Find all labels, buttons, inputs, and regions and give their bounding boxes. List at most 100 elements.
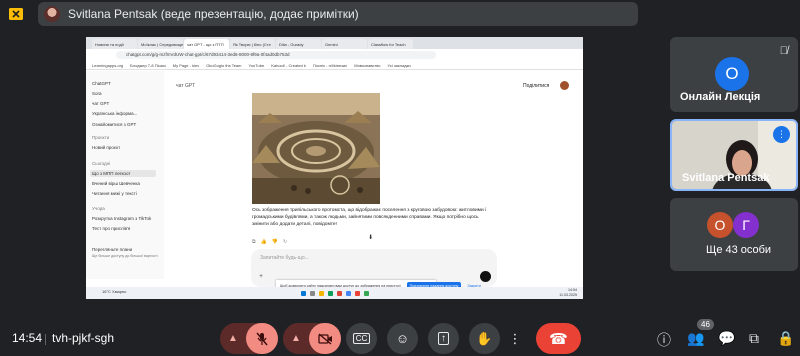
- bookmark[interactable]: Усі закладки: [388, 63, 411, 68]
- meeting-code: tvh-pjkf-sgh: [52, 331, 115, 345]
- mic-toggle-button[interactable]: [246, 323, 278, 354]
- participant-avatar: О: [715, 57, 749, 91]
- sidebar-item-sora[interactable]: Sora: [92, 91, 102, 96]
- windows-start-icon[interactable]: [300, 290, 306, 296]
- speaking-indicator-icon: ⋮: [773, 126, 790, 143]
- mic-off-icon: 🎙̸: [779, 45, 788, 57]
- windows-taskbar: [86, 287, 583, 299]
- sidebar-chat-item[interactable]: Що з МПП легкоот: [90, 170, 156, 177]
- chevron-up-icon[interactable]: ▲: [285, 323, 307, 354]
- present-icon: ↑: [438, 332, 449, 345]
- bookmark[interactable]: OkoGuglo ths Team: [206, 63, 241, 68]
- sidebar-chat-item[interactable]: Вчений вірш Шевченка: [92, 181, 140, 186]
- browser-tab[interactable]: Gemini: [322, 39, 367, 49]
- browser-tab[interactable]: Як Творю | Кінo (Сте: [230, 39, 275, 49]
- captions-icon: CC: [352, 333, 371, 344]
- app-icon[interactable]: [336, 290, 342, 296]
- thumbs-down-icon[interactable]: 👎: [272, 239, 278, 245]
- sidebar-item-explore[interactable]: Ознайомитися з GPT: [92, 122, 136, 127]
- address-row: chatgpt.com/g/g-mzfmVdUW-chat-gpt/c/67d9…: [86, 49, 583, 61]
- presenter-avatar: [44, 6, 60, 22]
- shared-screen: Новини та події Моїклас | Середовище чат…: [86, 37, 583, 299]
- bookmark[interactable]: Learningapps.org: [92, 63, 123, 68]
- meeting-clock: 14:54: [12, 331, 43, 345]
- mic-off-icon: [256, 332, 268, 345]
- bookmark[interactable]: Мовознавство: [354, 63, 380, 68]
- captions-button[interactable]: CC: [346, 323, 377, 354]
- browser-tabs: Новини та події Моїклас | Середовище чат…: [86, 37, 583, 49]
- more-options-button[interactable]: ⋮: [503, 323, 527, 354]
- browser-tab[interactable]: Classflow for Teach: [368, 39, 413, 49]
- sidebar-chat-item[interactable]: Читання межі у тексті: [92, 191, 137, 196]
- browser-tab[interactable]: Diiia - Gurady: [276, 39, 321, 49]
- participant-avatar: О: [707, 212, 733, 238]
- more-participants-label: Ще 43 особи: [706, 244, 772, 256]
- raise-hand-button[interactable]: ✋: [469, 323, 500, 354]
- divider: [45, 334, 46, 345]
- thumbs-up-icon[interactable]: 👍: [261, 239, 267, 245]
- sidebar-item-gpt[interactable]: чат GPT: [92, 101, 109, 106]
- voice-icon[interactable]: [480, 271, 491, 282]
- attach-icon[interactable]: +: [259, 273, 263, 280]
- copy-icon[interactable]: ⧉: [252, 239, 256, 245]
- bookmark[interactable]: Блоджер 7-8 Пішиз: [130, 63, 166, 68]
- info-icon[interactable]: ⓘ: [657, 330, 671, 350]
- system-tray: 14:54 11.03.2025: [559, 288, 577, 297]
- reactions-button[interactable]: ☺: [387, 323, 418, 354]
- participant-avatar: Г: [733, 212, 759, 238]
- bookmark[interactable]: Поспіх - п/i/kінезис: [313, 63, 347, 68]
- present-button[interactable]: ↑: [428, 323, 459, 354]
- sidebar-chat-item[interactable]: Розкрутка Instagram з TikTok: [92, 216, 151, 221]
- presenter-bar: Svitlana Pentsak (веде презентацію, дода…: [38, 2, 638, 26]
- address-bar[interactable]: chatgpt.com/g/g-mzfmVdUW-chat-gpt/c/67d9…: [116, 51, 436, 59]
- participant-tile-others[interactable]: О Г Ще 43 особи: [670, 198, 798, 271]
- search-icon[interactable]: [309, 290, 315, 296]
- bookmark[interactable]: My Page - kiev: [173, 63, 199, 68]
- sidebar-item-chatgpt[interactable]: ChatGPT: [92, 81, 111, 86]
- bookmarks-bar: Learningapps.org Блоджер 7-8 Пішиз My Pa…: [86, 61, 583, 70]
- more-vert-icon: ⋮: [508, 330, 522, 346]
- app-icon[interactable]: [345, 290, 351, 296]
- emoji-icon: ☺: [395, 331, 410, 346]
- participant-tile-presenter[interactable]: ⋮ Svitlana Pentsak: [670, 119, 798, 191]
- user-avatar[interactable]: [560, 81, 569, 90]
- sidebar-new-project[interactable]: Новий проєкт: [92, 145, 120, 150]
- app-icon[interactable]: [354, 290, 360, 296]
- camera-off-icon: [317, 333, 332, 344]
- sidebar-today-head: Сьогодні: [92, 161, 111, 166]
- browser-tab[interactable]: Моїклас | Середовище: [138, 39, 183, 49]
- regenerate-icon[interactable]: ↻: [283, 239, 287, 245]
- lock-icon[interactable]: 🔒: [777, 330, 794, 347]
- chevron-up-icon[interactable]: ▲: [222, 323, 244, 354]
- browser-tab[interactable]: Новини та події: [92, 39, 137, 49]
- chrome-icon[interactable]: [327, 290, 333, 296]
- phone-hangup-icon: ☎: [549, 330, 568, 348]
- chat-sidebar: ChatGPT Sora чат GPT Українська інформа.…: [86, 71, 164, 279]
- sidebar-upgrade[interactable]: Перегляньте плани: [92, 247, 132, 252]
- camera-toggle-button[interactable]: [309, 323, 341, 354]
- people-icon[interactable]: 👥: [687, 330, 704, 347]
- browser-tab-active[interactable]: чат GPT - що з ПТП: [184, 39, 229, 49]
- chat-model-title[interactable]: чат GPT: [176, 83, 195, 89]
- chat-input-placeholder: Запитайте будь-що...: [260, 255, 309, 261]
- scroll-down-icon[interactable]: ⬇: [368, 234, 373, 241]
- presenting-icon: [9, 8, 23, 20]
- chat-icon[interactable]: 💬: [718, 330, 735, 347]
- participant-name: Svitlana Pentsak: [682, 172, 770, 184]
- app-icon[interactable]: [363, 290, 369, 296]
- presenter-label: Svitlana Pentsak (веде презентацію, дода…: [68, 7, 359, 21]
- activities-icon[interactable]: ⧉: [749, 330, 759, 347]
- bookmark[interactable]: YouTube: [248, 63, 264, 68]
- folder-icon[interactable]: [318, 290, 324, 296]
- sidebar-item-ukr[interactable]: Українська інформа...: [92, 111, 137, 116]
- participants-count: 46: [697, 319, 714, 330]
- sidebar-chat-item[interactable]: Тест про прислів'я: [92, 226, 130, 231]
- share-button[interactable]: Поділитися: [523, 83, 549, 89]
- sidebar-week-head: Учора: [92, 206, 105, 211]
- response-actions: ⧉ 👍 👎 ↻: [252, 239, 287, 245]
- generated-image[interactable]: [252, 93, 380, 204]
- weather-widget[interactable]: 16°C Хмарно: [102, 289, 126, 294]
- participant-tile-lecture[interactable]: 🎙̸ О Онлайн Лекція: [670, 37, 798, 112]
- end-call-button[interactable]: ☎: [536, 323, 581, 354]
- bookmark[interactable]: Kahoot! - Created k: [271, 63, 306, 68]
